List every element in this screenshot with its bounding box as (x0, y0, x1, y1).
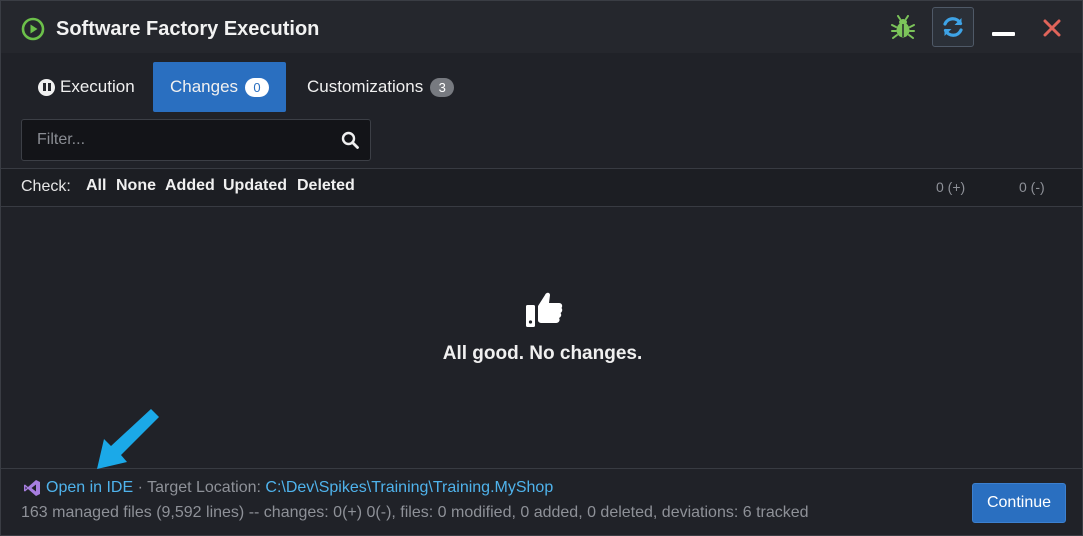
pause-icon (38, 78, 55, 96)
divider (1, 206, 1082, 207)
check-label: Check: (21, 178, 71, 195)
target-location-label: · Target Location: (133, 479, 266, 496)
visual-studio-icon (24, 480, 40, 496)
close-icon (1043, 19, 1061, 37)
filter-input[interactable] (22, 120, 332, 160)
title-bar: Software Factory Execution (1, 1, 1082, 53)
tab-customizations[interactable]: Customizations 3 (307, 62, 455, 112)
check-updated-link[interactable]: Updated (223, 177, 287, 195)
customizations-count-badge: 3 (430, 77, 455, 97)
footer-location-line: Open in IDE · Target Location: C:\Dev\Sp… (46, 479, 553, 497)
minimize-icon (991, 32, 1015, 36)
search-icon[interactable] (341, 131, 359, 149)
changes-count-badge: 0 (245, 77, 270, 97)
refresh-button[interactable] (932, 7, 974, 47)
tab-changes[interactable]: Changes 0 (153, 62, 286, 112)
check-bar: Check: All None Added Updated Deleted 0 … (1, 169, 1082, 206)
pointer-arrow-icon (97, 409, 159, 469)
thumbs-up-icon (526, 292, 563, 327)
empty-state-message: All good. No changes. (442, 343, 643, 364)
close-button[interactable] (1037, 13, 1067, 43)
summary-text: 163 managed files (9,592 lines) -- chang… (21, 504, 809, 521)
software-factory-window: Software Factory Execution Execution Cha… (0, 0, 1083, 536)
tab-execution-label: Execution (60, 77, 135, 96)
check-added-link[interactable]: Added (165, 177, 215, 195)
window-title: Software Factory Execution (56, 18, 320, 40)
tab-changes-label: Changes (169, 77, 239, 96)
minimize-button[interactable] (986, 15, 1020, 43)
tab-customizations-label: Customizations (307, 77, 424, 96)
added-count: 0 (+) (936, 179, 966, 195)
continue-button[interactable]: Continue (972, 483, 1066, 523)
open-in-ide-link[interactable]: Open in IDE (46, 479, 133, 496)
removed-count: 0 (-) (1019, 179, 1045, 195)
tab-execution[interactable]: Execution (38, 62, 135, 112)
bug-icon (891, 15, 915, 39)
play-circle-icon (21, 17, 45, 41)
debug-button[interactable] (888, 13, 918, 43)
filter-box (21, 119, 371, 161)
check-none-link[interactable]: None (116, 177, 156, 195)
tab-bar: Execution Changes 0 Customizations 3 (1, 53, 1082, 113)
check-all-link[interactable]: All (86, 177, 106, 195)
target-location-link[interactable]: C:\Dev\Spikes\Training\Training.MyShop (265, 479, 553, 496)
refresh-icon (943, 17, 963, 37)
check-deleted-link[interactable]: Deleted (297, 177, 355, 195)
